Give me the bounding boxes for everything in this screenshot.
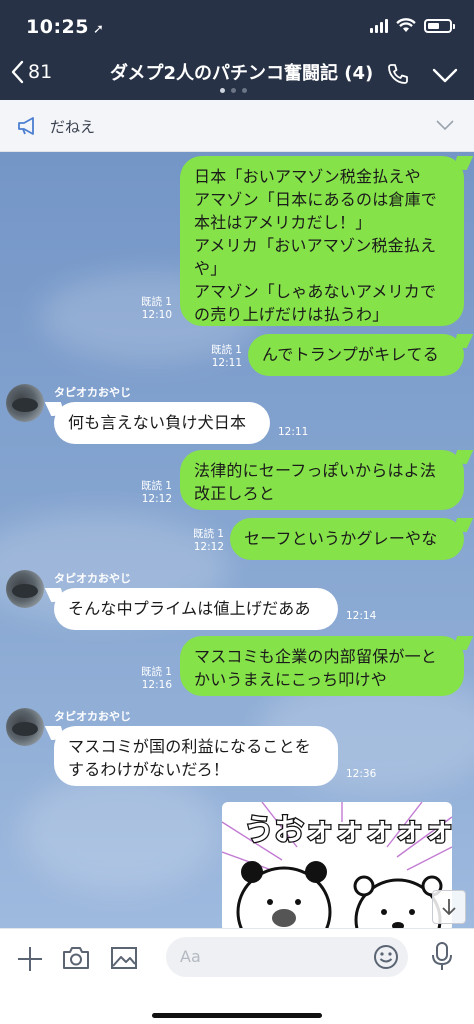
back-chevron-icon xyxy=(11,60,24,84)
wifi-icon xyxy=(396,18,416,32)
back-button[interactable]: 81 xyxy=(10,60,52,84)
sticker[interactable]: うおォォォォォォ xyxy=(222,802,452,928)
read-receipt: 既読 1 xyxy=(140,296,172,308)
battery-icon xyxy=(424,18,455,33)
input-bar: Aa xyxy=(0,928,474,1024)
my-message-bubble[interactable]: んでトランプがキレてる xyxy=(248,334,464,376)
message-time: 12:14 xyxy=(346,610,377,622)
signal-icon xyxy=(370,18,388,33)
avatar[interactable] xyxy=(6,570,44,608)
chat-header: 10:25 ➚ 81 ダメプ2人のパチンコ奮闘記 (4) xyxy=(0,0,474,100)
phone-icon[interactable] xyxy=(386,62,410,86)
page-indicator xyxy=(220,88,247,93)
their-message-bubble[interactable]: マスコミが国の利益になることを するわけがないだろ！ xyxy=(54,726,338,786)
message-time: 12:10 xyxy=(141,309,172,321)
my-message-bubble[interactable]: 法律的にセーフっぽいからはよ法 改正しろと xyxy=(180,450,464,510)
status-icons xyxy=(370,18,455,33)
message-meta: 既読 1 12:10 xyxy=(128,296,172,322)
message-input[interactable]: Aa xyxy=(166,937,408,977)
their-message-bubble[interactable]: 何も言えない負け犬日本 xyxy=(54,402,270,444)
chevron-down-icon[interactable] xyxy=(432,68,458,84)
chevron-down-icon[interactable] xyxy=(436,120,454,131)
message-input-placeholder: Aa xyxy=(180,947,201,966)
message-meta: 既読 1 12:12 xyxy=(128,480,172,506)
read-receipt: 既読 1 xyxy=(192,528,224,540)
image-icon[interactable] xyxy=(110,945,138,971)
sender-name: タピオカおやじ xyxy=(54,572,131,585)
message-time: 12:36 xyxy=(346,768,377,780)
camera-icon[interactable] xyxy=(62,945,90,971)
microphone-icon[interactable] xyxy=(430,941,454,973)
message-time: 12:11 xyxy=(278,426,309,438)
unread-count: 81 xyxy=(28,61,53,83)
my-message-bubble[interactable]: 日本「おいアマゾン税金払えや アマゾン「日本にあるのは倉庫で 本社はアメリカだし！」… xyxy=(180,156,464,326)
sticker-art: うおォォォォォォ xyxy=(222,802,452,928)
my-message-bubble[interactable]: セーフというかグレーやな xyxy=(230,518,464,560)
scroll-to-bottom-button[interactable] xyxy=(432,890,466,924)
sticker-text: うおォォォォォォ xyxy=(244,813,452,848)
their-message-bubble[interactable]: そんな中プライムは値上げだああ xyxy=(54,588,338,630)
read-receipt: 既読 1 xyxy=(210,344,242,356)
read-receipt: 既読 1 xyxy=(140,666,172,678)
message-time: 12:12 xyxy=(193,541,224,553)
status-time: 10:25 ➚ xyxy=(26,16,105,38)
announcement-bar[interactable]: だねえ xyxy=(0,100,474,152)
message-time: 12:12 xyxy=(141,493,172,505)
my-message-bubble[interactable]: マスコミも企業の内部留保が一と かいうまえにこっち叩けや xyxy=(180,636,464,696)
home-indicator[interactable] xyxy=(152,1013,322,1018)
emoji-icon[interactable] xyxy=(372,943,400,971)
plus-icon[interactable] xyxy=(16,945,44,973)
avatar[interactable] xyxy=(6,384,44,422)
sender-name: タピオカおやじ xyxy=(54,386,131,399)
message-meta: 既読 1 12:12 xyxy=(180,528,224,554)
arrow-down-icon xyxy=(442,899,456,916)
chat-title[interactable]: ダメプ2人のパチンコ奮闘記 (4) xyxy=(110,59,373,85)
chat-area[interactable]: 日本「おいアマゾン税金払えや アマゾン「日本にあるのは倉庫で 本社はアメリカだし！」… xyxy=(0,152,474,928)
location-arrow-icon: ➚ xyxy=(92,22,105,37)
message-time: 12:11 xyxy=(211,357,242,369)
megaphone-icon xyxy=(18,117,34,135)
message-meta: 既読 1 12:16 xyxy=(128,666,172,692)
read-receipt: 既読 1 xyxy=(140,480,172,492)
sender-name: タピオカおやじ xyxy=(54,710,131,723)
avatar[interactable] xyxy=(6,708,44,746)
message-meta: 既読 1 12:11 xyxy=(198,344,242,370)
message-time: 12:16 xyxy=(141,679,172,691)
announcement-text: だねえ xyxy=(50,118,96,136)
